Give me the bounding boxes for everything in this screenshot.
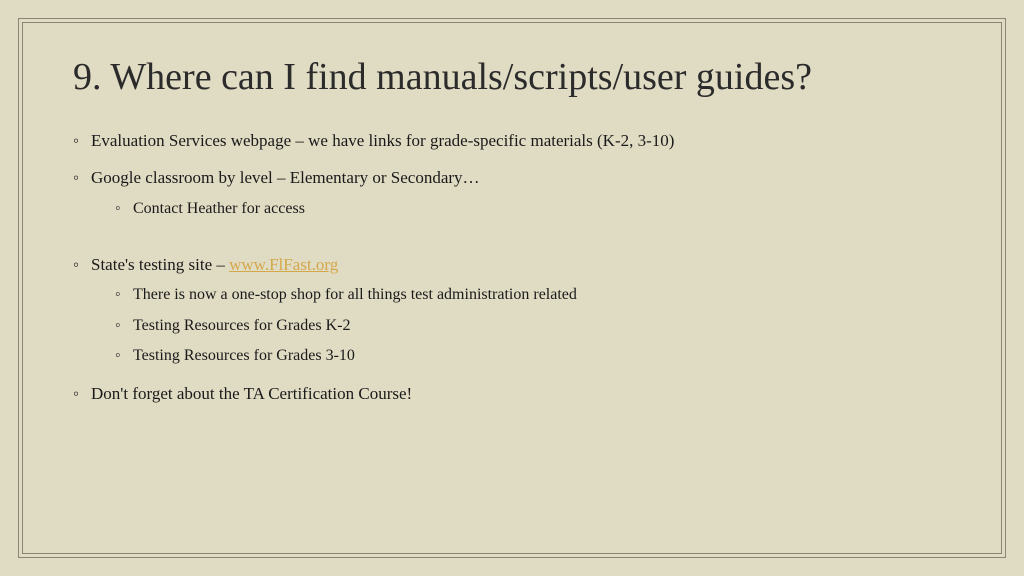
bullet-text: Google classroom by level – Elementary o… [91,168,480,187]
sub-bullet-list: There is now a one-stop shop for all thi… [115,284,951,367]
flfast-link[interactable]: www.FlFast.org [229,255,338,274]
list-item: State's testing site – www.FlFast.org Th… [73,253,951,368]
list-item: Contact Heather for access [115,198,951,220]
list-item: Google classroom by level – Elementary o… [73,166,951,238]
bullet-text: Contact Heather for access [133,200,305,217]
bullet-list: Evaluation Services webpage – we have li… [73,129,951,406]
list-item: Don't forget about the TA Certification … [73,382,951,406]
bullet-text: Testing Resources for Grades K-2 [133,317,350,334]
list-item: There is now a one-stop shop for all thi… [115,284,951,306]
list-item: Evaluation Services webpage – we have li… [73,129,951,153]
slide-title: 9. Where can I find manuals/scripts/user… [73,55,951,101]
list-item: Testing Resources for Grades 3-10 [115,345,951,367]
slide-content: 9. Where can I find manuals/scripts/user… [22,22,1002,554]
bullet-text: Evaluation Services webpage – we have li… [91,131,674,150]
bullet-text: Don't forget about the TA Certification … [91,384,412,403]
bullet-text: There is now a one-stop shop for all thi… [133,286,577,303]
sub-bullet-list: Contact Heather for access [115,198,951,220]
list-item: Testing Resources for Grades K-2 [115,315,951,337]
bullet-text: Testing Resources for Grades 3-10 [133,347,355,364]
bullet-text: State's testing site – [91,255,229,274]
